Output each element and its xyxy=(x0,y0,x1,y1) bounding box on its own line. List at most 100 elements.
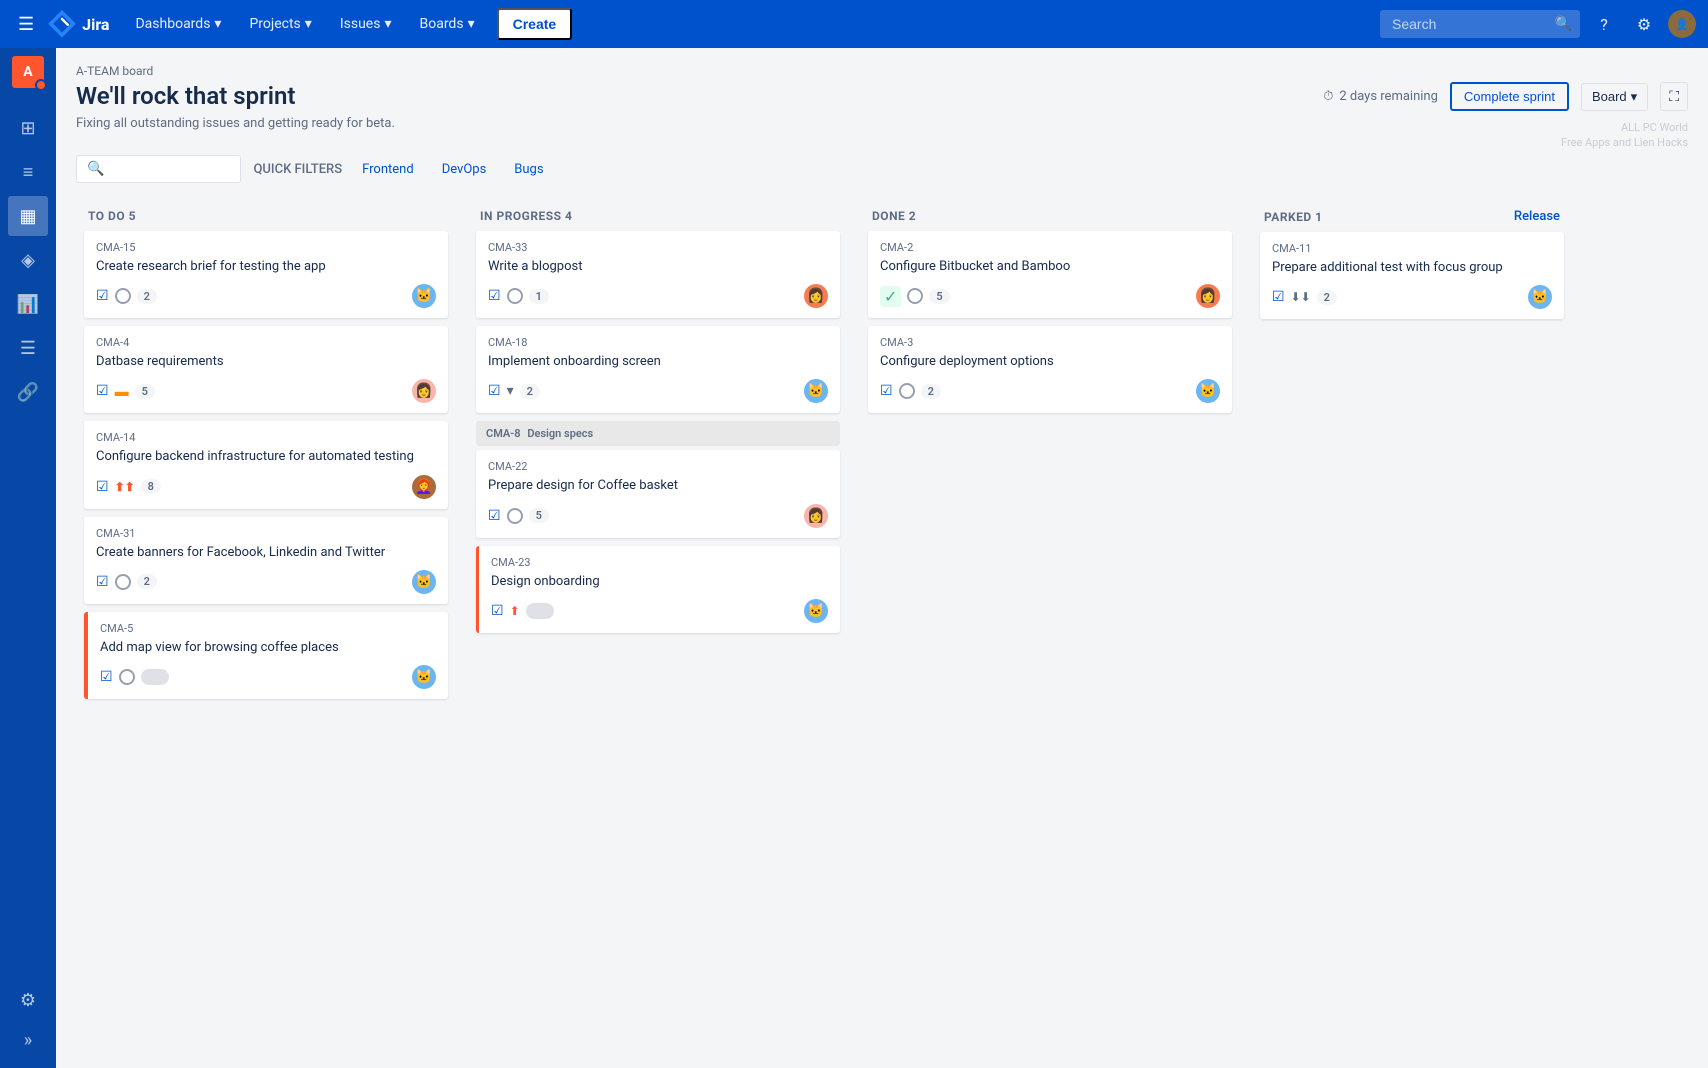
card-footer: ☑ 🐱 xyxy=(100,665,436,689)
filter-bugs[interactable]: Bugs xyxy=(506,158,551,181)
sidebar-pages[interactable]: ☰ xyxy=(8,328,48,368)
card-title: Design onboarding xyxy=(491,573,828,591)
status-dot xyxy=(507,288,523,304)
column-inprogress-title: IN PROGRESS 4 xyxy=(480,209,572,223)
filter-frontend[interactable]: Frontend xyxy=(354,158,422,181)
menu-icon[interactable]: ☰ xyxy=(12,8,40,41)
checkbox-icon[interactable]: ☑ xyxy=(100,669,113,685)
checkbox-icon[interactable]: ☑ xyxy=(488,383,501,399)
create-button[interactable]: Create xyxy=(497,8,573,40)
story-points: 5 xyxy=(529,508,549,523)
nav-projects[interactable]: Projects ▾ xyxy=(239,10,321,38)
card-footer: ☑ 2 🐱 xyxy=(880,379,1220,403)
card-cma-14[interactable]: CMA-14 Configure backend infrastructure … xyxy=(84,421,448,508)
help-button[interactable]: ? xyxy=(1588,8,1620,40)
user-avatar[interactable]: 👤 xyxy=(1668,10,1696,38)
card-cma-23[interactable]: CMA-23 Design onboarding ☑ ⬆ 🐱 xyxy=(476,546,840,633)
card-cma-2[interactable]: CMA-2 Configure Bitbucket and Bamboo ✓ 5… xyxy=(868,231,1232,318)
card-title: Configure backend infrastructure for aut… xyxy=(96,448,436,466)
nav-dashboards[interactable]: Dashboards ▾ xyxy=(125,10,231,38)
story-points: 5 xyxy=(135,384,155,399)
card-title: Create research brief for testing the ap… xyxy=(96,258,436,276)
priority-icon: ▬ xyxy=(115,383,129,400)
checkbox-icon[interactable]: ☑ xyxy=(491,603,504,619)
checkbox-icon[interactable]: ☑ xyxy=(488,288,501,304)
card-id: CMA-14 xyxy=(96,431,436,444)
status-dot xyxy=(907,288,923,304)
card-id: CMA-15 xyxy=(96,241,436,254)
checkbox-icon[interactable]: ☑ xyxy=(1272,289,1285,305)
card-cma-18[interactable]: CMA-18 Implement onboarding screen ☑ ▾ 2… xyxy=(476,326,840,413)
column-inprogress-header: IN PROGRESS 4 xyxy=(468,199,848,231)
sidebar-roadmap[interactable]: ⊞ xyxy=(8,108,48,148)
column-inprogress: IN PROGRESS 4 CMA-33 Write a blogpost ☑ … xyxy=(468,199,848,641)
card-avatar: 👩 xyxy=(804,504,828,528)
card-id: CMA-18 xyxy=(488,336,828,349)
release-link[interactable]: Release xyxy=(1514,209,1560,224)
brand-name: Jira xyxy=(82,15,109,34)
card-cma-4[interactable]: CMA-4 Datbase requirements ☑ ▬ 5 👩 xyxy=(84,326,448,413)
card-avatar: 🐱 xyxy=(412,665,436,689)
story-points: 8 xyxy=(141,479,161,494)
card-title: Prepare design for Coffee basket xyxy=(488,477,828,495)
checkbox-icon[interactable]: ☑ xyxy=(488,508,501,524)
card-id: CMA-31 xyxy=(96,527,436,540)
checkbox-icon[interactable]: ☑ xyxy=(880,383,893,399)
card-cma-15[interactable]: CMA-15 Create research brief for testing… xyxy=(84,231,448,318)
board-title: We'll rock that sprint xyxy=(76,82,395,110)
sidebar-settings[interactable]: ⚙ xyxy=(8,980,48,1020)
card-footer: ☑ ▾ 2 🐱 xyxy=(488,379,828,403)
card-footer: ☑ ⬇⬇ 2 🐱 xyxy=(1272,285,1552,309)
priority-icon: ⬆ xyxy=(510,604,520,618)
card-avatar: 👩 xyxy=(412,379,436,403)
nav-issues[interactable]: Issues ▾ xyxy=(330,10,402,38)
complete-sprint-button[interactable]: Complete sprint xyxy=(1450,82,1569,111)
column-parked-header: PARKED 1 Release xyxy=(1252,199,1572,232)
toggle-switch[interactable] xyxy=(526,603,554,619)
expand-button[interactable]: ⛶ xyxy=(1660,82,1688,111)
card-cma-33[interactable]: CMA-33 Write a blogpost ☑ 1 👩 xyxy=(476,231,840,318)
priority-icon: ⬆⬆ xyxy=(115,480,135,494)
card-cma-31[interactable]: CMA-31 Create banners for Facebook, Link… xyxy=(84,517,448,604)
card-id: CMA-23 xyxy=(491,556,828,569)
card-id: CMA-3 xyxy=(880,336,1220,349)
card-id: CMA-5 xyxy=(100,622,436,635)
board-columns: TO DO 5 CMA-15 Create research brief for… xyxy=(76,199,1688,707)
checkbox-icon[interactable]: ☑ xyxy=(96,479,109,495)
sidebar-components[interactable]: 🔗 xyxy=(8,372,48,412)
checkbox-icon[interactable]: ☑ xyxy=(96,383,109,399)
status-dot xyxy=(115,574,131,590)
toggle-switch[interactable] xyxy=(141,669,169,685)
quick-filters-label: QUICK FILTERS xyxy=(253,162,342,177)
settings-button[interactable]: ⚙ xyxy=(1628,8,1660,40)
sidebar-board[interactable]: ▦ xyxy=(8,196,48,236)
checkbox-icon[interactable]: ☑ xyxy=(96,288,109,304)
column-todo-header: TO DO 5 xyxy=(76,199,456,231)
filter-bar: 🔍 QUICK FILTERS Frontend DevOps Bugs xyxy=(76,155,1688,183)
search-wrapper: 🔍 xyxy=(1380,10,1580,38)
board-breadcrumb: A-TEAM board xyxy=(76,64,1688,78)
card-cma-22[interactable]: CMA-22 Prepare design for Coffee basket … xyxy=(476,450,840,537)
card-cma-3[interactable]: CMA-3 Configure deployment options ☑ 2 🐱 xyxy=(868,326,1232,413)
card-id: CMA-33 xyxy=(488,241,828,254)
board-view-button[interactable]: Board ▾ xyxy=(1581,83,1648,111)
nav-boards[interactable]: Boards ▾ xyxy=(410,10,485,38)
sidebar-releases[interactable]: ◈ xyxy=(8,240,48,280)
filter-search-input[interactable] xyxy=(110,162,230,177)
card-footer: ☑ ⬆⬆ 8 👩‍🦰 xyxy=(96,475,436,499)
card-cma-11[interactable]: CMA-11 Prepare additional test with focu… xyxy=(1260,232,1564,319)
story-points: 2 xyxy=(1317,290,1337,305)
column-parked-title: PARKED 1 xyxy=(1264,210,1323,224)
filter-devops[interactable]: DevOps xyxy=(434,158,495,181)
sidebar-backlog[interactable]: ≡ xyxy=(8,152,48,192)
jira-logo[interactable]: Jira xyxy=(48,10,109,38)
search-input[interactable] xyxy=(1380,10,1580,38)
checkbox-icon[interactable]: ☑ xyxy=(96,574,109,590)
sidebar-collapse[interactable]: » xyxy=(8,1020,48,1060)
sprint-actions: ⏱ 2 days remaining Complete sprint Board… xyxy=(1323,82,1688,111)
timer-text: 2 days remaining xyxy=(1339,89,1438,104)
card-id: CMA-2 xyxy=(880,241,1220,254)
project-icon[interactable]: A xyxy=(12,56,44,88)
sidebar-reports[interactable]: 📊 xyxy=(8,284,48,324)
card-cma-5[interactable]: CMA-5 Add map view for browsing coffee p… xyxy=(84,612,448,699)
